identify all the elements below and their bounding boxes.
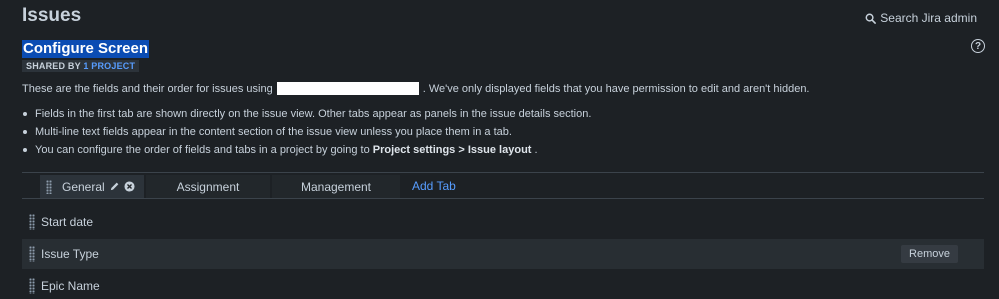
drag-handle-icon[interactable] xyxy=(29,278,35,294)
tab-management[interactable]: Management xyxy=(272,175,400,198)
drag-handle-icon[interactable] xyxy=(29,246,35,262)
add-tab-button[interactable]: Add Tab xyxy=(412,179,456,193)
info-list: Fields in the first tab are shown direct… xyxy=(22,105,591,159)
remove-button[interactable]: Remove xyxy=(901,245,958,263)
page-title: Issues xyxy=(22,5,82,26)
tab-general[interactable]: General xyxy=(40,175,144,198)
field-label: Issue Type xyxy=(41,247,99,261)
list-item-text: You can configure the order of fields an… xyxy=(35,144,370,156)
drag-handle-icon[interactable] xyxy=(29,214,35,230)
shared-by-prefix: SHARED BY xyxy=(26,61,81,71)
shared-project-link[interactable]: 1 PROJECT xyxy=(83,61,135,71)
field-row-issue-type[interactable]: Issue Type Remove xyxy=(22,239,984,269)
list-item: Multi-line text fields appear in the con… xyxy=(22,123,591,141)
question-circle-icon[interactable]: ? xyxy=(971,39,985,53)
redacted-scheme-name xyxy=(276,82,419,95)
tab-label: Assignment xyxy=(176,179,240,194)
search-label: Search Jira admin xyxy=(880,11,977,25)
list-item-end: . xyxy=(534,144,538,156)
search-jira-admin-link[interactable]: Search Jira admin xyxy=(865,11,977,25)
list-item-text: Multi-line text fields appear in the con… xyxy=(35,126,512,138)
tab-label: General xyxy=(62,179,105,194)
issue-layout-text: Issue layout xyxy=(467,144,532,156)
field-row-start-date[interactable]: Start date xyxy=(22,207,984,237)
tab-assignment[interactable]: Assignment xyxy=(146,175,270,198)
pencil-icon[interactable] xyxy=(109,181,120,192)
field-label: Epic Name xyxy=(41,279,100,293)
intro-after: . We've only displayed fields that you h… xyxy=(422,82,810,95)
search-icon xyxy=(865,13,877,24)
list-item: You can configure the order of fields an… xyxy=(22,141,591,159)
screen-title: Configure Screen xyxy=(22,40,150,58)
breadcrumb-separator: > xyxy=(458,144,465,156)
intro-before: These are the fields and their order for… xyxy=(22,82,273,95)
list-item-text: Fields in the first tab are shown direct… xyxy=(35,108,592,120)
project-settings-text: Project settings xyxy=(372,144,456,156)
close-circle-icon[interactable] xyxy=(124,181,135,192)
drag-handle-icon[interactable] xyxy=(46,179,52,194)
field-label: Start date xyxy=(41,215,94,229)
field-row-epic-name[interactable]: Epic Name xyxy=(22,271,984,299)
tab-bar: General Assignment Management Add Tab xyxy=(22,172,984,199)
list-item: Fields in the first tab are shown direct… xyxy=(22,105,591,123)
tab-label: Management xyxy=(300,179,372,194)
shared-by-badge: SHARED BY 1 PROJECT xyxy=(22,60,140,72)
intro-text: These are the fields and their order for… xyxy=(22,82,810,95)
